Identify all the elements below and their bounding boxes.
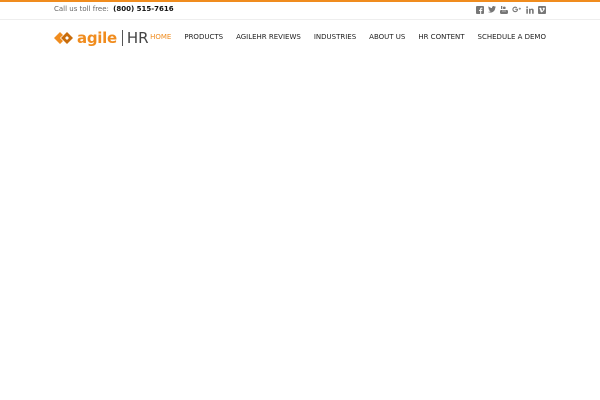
vimeo-icon[interactable] [538, 5, 546, 14]
agilehr-logo[interactable]: agile HR [54, 27, 149, 49]
social-links [476, 5, 546, 14]
call-us-text: Call us toll free: (800) 515-7616 [54, 5, 174, 14]
logo-divider [121, 30, 123, 46]
site-header: agile HR HOME PRODUCTS AGILEHR REVIEWS I… [0, 20, 600, 56]
facebook-icon[interactable] [476, 5, 484, 14]
logo-word-hr: HR [126, 29, 149, 47]
nav-about-us[interactable]: ABOUT US [369, 33, 405, 42]
agilehr-logo-mark [54, 32, 73, 44]
twitter-icon[interactable] [488, 5, 496, 14]
page-content-area [0, 56, 600, 400]
nav-schedule-a-demo[interactable]: SCHEDULE A DEMO [478, 33, 546, 42]
google-plus-icon[interactable] [512, 5, 522, 14]
logo-word-agile: agile [77, 29, 117, 47]
nav-agilehr-reviews[interactable]: AGILEHR REVIEWS [236, 33, 301, 42]
main-nav: HOME PRODUCTS AGILEHR REVIEWS INDUSTRIES… [150, 33, 546, 42]
phone-number[interactable]: (800) 515-7616 [113, 5, 173, 13]
linkedin-icon[interactable] [526, 5, 534, 14]
nav-home[interactable]: HOME [150, 33, 171, 42]
youtube-icon[interactable] [500, 5, 508, 14]
nav-hr-content[interactable]: HR CONTENT [418, 33, 464, 42]
nav-products[interactable]: PRODUCTS [184, 33, 223, 42]
top-bar: Call us toll free: (800) 515-7616 [0, 2, 600, 20]
nav-industries[interactable]: INDUSTRIES [314, 33, 356, 42]
call-us-label: Call us toll free: [54, 5, 109, 13]
